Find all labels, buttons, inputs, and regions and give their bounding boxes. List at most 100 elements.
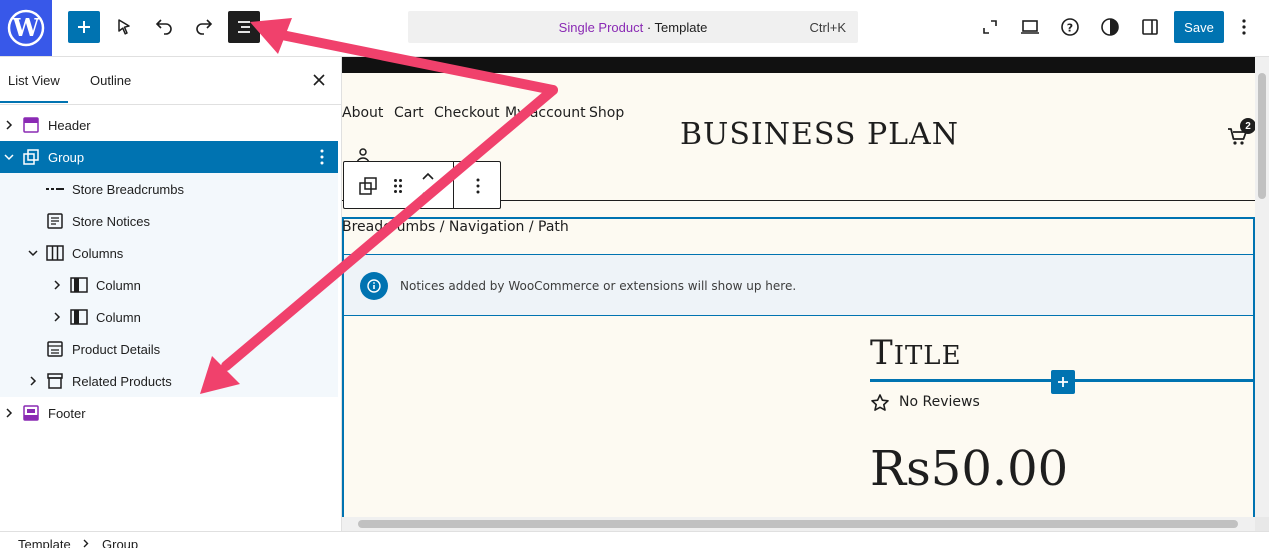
list-item-label: Store Notices (72, 213, 151, 229)
list-item-label: Store Breadcrumbs (72, 181, 184, 197)
nav-link-my-account[interactable]: My account (505, 105, 586, 121)
chevron-right-icon[interactable] (3, 407, 15, 419)
plus-icon (78, 21, 90, 33)
list-item-header[interactable]: Header (0, 109, 338, 141)
chevron-right-icon[interactable] (27, 375, 39, 387)
options-menu-button[interactable] (1232, 11, 1256, 43)
wordpress-logo-icon: W (7, 9, 45, 47)
styles-button[interactable] (1094, 11, 1126, 43)
store-breadcrumbs-block[interactable]: Breadcrumbs / Navigation / Path (342, 219, 569, 235)
list-item-column[interactable]: Column (0, 269, 338, 301)
contrast-icon (1101, 18, 1119, 36)
more-vertical-icon[interactable] (314, 147, 330, 167)
drag-handle-icon (394, 179, 402, 193)
command-palette-bar[interactable]: Single Product · Template Ctrl+K (408, 11, 858, 43)
chevron-down-icon[interactable] (27, 247, 39, 259)
device-preview-button[interactable] (1014, 11, 1046, 43)
list-item-store-breadcrumbs[interactable]: Store Breadcrumbs (0, 173, 338, 205)
breadcrumb-template[interactable]: Template (18, 537, 71, 548)
vertical-scrollbar[interactable] (1255, 57, 1269, 517)
tab-list-view[interactable]: List View (0, 73, 68, 103)
undo-icon (155, 19, 172, 35)
columns-icon (46, 244, 64, 262)
block-toolbar (343, 161, 501, 209)
command-shortcut: Ctrl+K (809, 19, 846, 35)
drag-handle[interactable] (386, 174, 410, 198)
sidebar-icon (1142, 19, 1158, 35)
chevron-right-icon (83, 539, 89, 548)
list-item-product-details[interactable]: Product Details (0, 333, 338, 365)
toolbar-separator (453, 162, 454, 208)
horizontal-scrollbar[interactable] (342, 517, 1255, 531)
group-icon (359, 177, 377, 195)
nav-link-shop[interactable]: Shop (589, 105, 624, 121)
list-view-sidebar: List View Outline Header Group Store Bre… (0, 57, 342, 531)
svg-text:?: ? (1067, 22, 1073, 35)
site-editor: W Single Product · Template Ctrl+K ? Sav… (0, 0, 1269, 548)
redo-button[interactable] (188, 11, 220, 43)
list-item-label: Product Details (72, 341, 161, 357)
wordpress-logo-button[interactable]: W (0, 0, 52, 56)
footer-template-icon (22, 404, 40, 422)
breadcrumbs-icon (46, 180, 64, 198)
block-inserter-button[interactable] (68, 11, 100, 43)
list-item-related-products[interactable]: Related Products (0, 365, 338, 397)
document-overview-button[interactable] (228, 11, 260, 43)
list-item-columns[interactable]: Columns (0, 237, 338, 269)
block-type-button[interactable] (356, 174, 380, 198)
nav-link-about[interactable]: About (342, 105, 383, 121)
help-button[interactable]: ? (1054, 11, 1086, 43)
list-item-group[interactable]: Group (0, 141, 338, 173)
nav-link-checkout[interactable]: Checkout (434, 105, 500, 121)
cart-count-badge: 2 (1240, 118, 1256, 134)
chevron-down-icon (422, 192, 434, 200)
fullscreen-icon (983, 20, 997, 34)
chevron-down-icon[interactable] (3, 151, 15, 163)
list-item-label: Column (96, 309, 141, 325)
product-title[interactable]: TITLE (870, 333, 962, 373)
template-preview[interactable]: About Cart Checkout My account Shop BUSI… (342, 57, 1256, 527)
chevron-right-icon[interactable] (51, 279, 63, 291)
help-icon: ? (1061, 18, 1079, 36)
product-price[interactable]: Rs50.00 (870, 441, 1068, 497)
breadcrumb-group[interactable]: Group (102, 537, 138, 548)
settings-panel-button[interactable] (1134, 11, 1166, 43)
group-icon (22, 148, 40, 166)
scrollbar-thumb[interactable] (358, 520, 1238, 528)
list-item-footer[interactable]: Footer (0, 397, 338, 429)
inline-block-inserter-button[interactable] (1051, 370, 1075, 394)
select-tool-button[interactable] (108, 11, 140, 43)
more-vertical-icon (476, 178, 480, 194)
block-options-button[interactable] (466, 174, 490, 198)
list-item-label: Columns (72, 245, 124, 261)
store-notices-block[interactable]: Notices added by WooCommerce or extensio… (344, 254, 1253, 316)
notice-text: Notices added by WooCommerce or extensio… (400, 279, 797, 293)
sidebar-tabs: List View Outline (0, 57, 341, 105)
fullscreen-button[interactable] (974, 11, 1006, 43)
site-title[interactable]: BUSINESS PLAN (680, 117, 959, 152)
more-vertical-icon (1242, 19, 1246, 35)
redo-icon (196, 19, 213, 35)
list-item-label: Group (48, 149, 85, 165)
move-up-button[interactable] (416, 166, 440, 186)
product-reviews[interactable]: No Reviews (899, 394, 980, 410)
list-item-store-notices[interactable]: Store Notices (0, 205, 338, 237)
chevron-right-icon[interactable] (51, 311, 63, 323)
close-sidebar-button[interactable] (308, 69, 330, 91)
list-item-column[interactable]: Column (0, 301, 338, 333)
plus-icon (1058, 377, 1068, 387)
save-button[interactable]: Save (1174, 11, 1224, 43)
editor-canvas[interactable]: About Cart Checkout My account Shop BUSI… (342, 57, 1269, 531)
desktop-icon (1021, 20, 1039, 34)
list-view-icon (238, 21, 250, 33)
notices-icon (46, 212, 64, 230)
list-item-label: Footer (48, 405, 86, 421)
move-down-button[interactable] (416, 186, 440, 206)
undo-button[interactable] (148, 11, 180, 43)
scrollbar-thumb[interactable] (1258, 73, 1266, 199)
block-breadcrumb: Template Group (0, 531, 1269, 548)
chevron-right-icon[interactable] (3, 119, 15, 131)
pointer-icon (118, 19, 130, 35)
tab-outline[interactable]: Outline (90, 73, 131, 88)
nav-link-cart[interactable]: Cart (394, 105, 424, 121)
